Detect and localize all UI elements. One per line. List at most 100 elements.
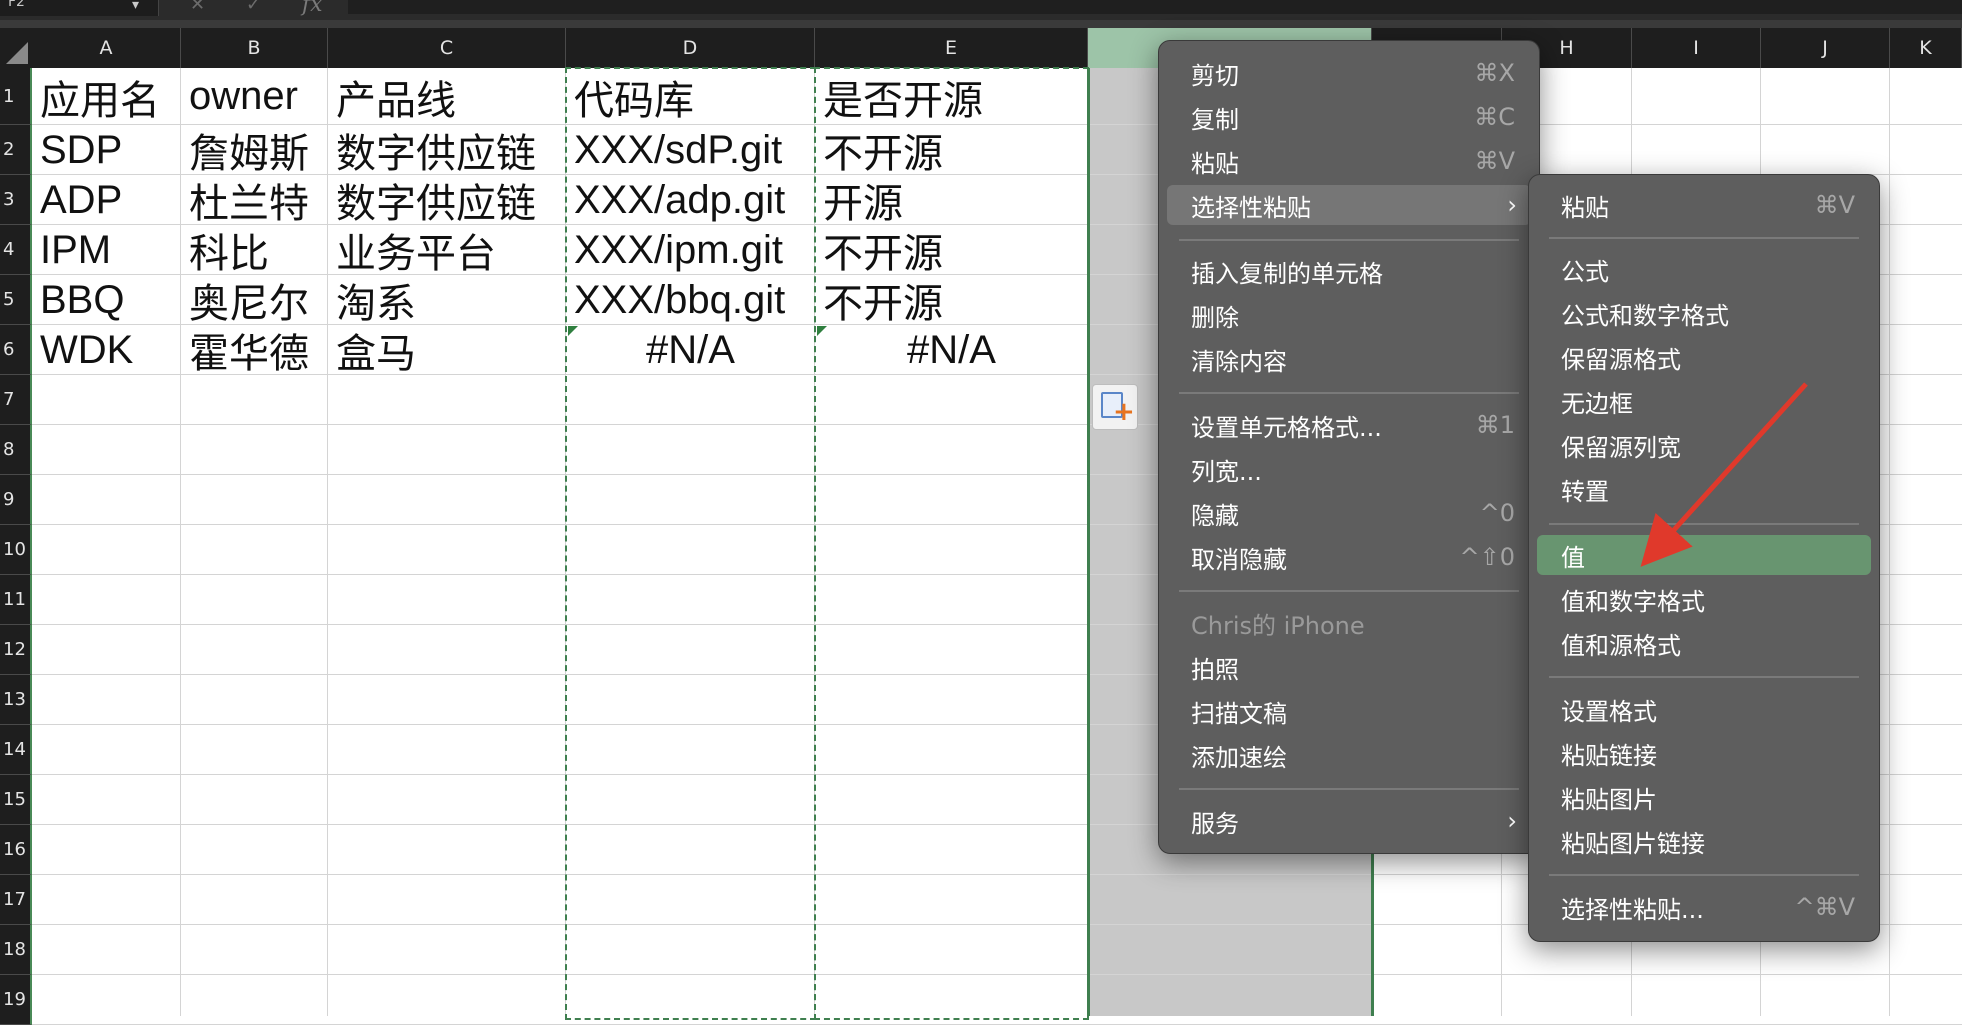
paste-special-item-5[interactable]: 保留源列宽 (1537, 425, 1871, 465)
column-header-C[interactable]: C (328, 28, 566, 68)
menu-item-label: 服务 (1191, 809, 1239, 838)
cell-B2[interactable]: 詹姆斯 (181, 125, 328, 175)
context-menu-item-15[interactable]: 服务 › (1167, 801, 1531, 841)
cell-A5[interactable]: BBQ (32, 275, 181, 325)
row-header-10[interactable]: 10 (0, 525, 32, 575)
context-menu-item-7[interactable]: 设置单元格格式... ⌘1 (1167, 405, 1531, 445)
paste-special-item-8[interactable]: 值和数字格式 (1537, 579, 1871, 619)
column-header-E[interactable]: E (815, 28, 1088, 68)
column-header-J[interactable]: J (1761, 28, 1890, 68)
copy-marquee-D (565, 67, 816, 1020)
cell-A4[interactable]: IPM (32, 225, 181, 275)
paste-special-item-3[interactable]: 保留源格式 (1537, 337, 1871, 377)
cancel-icon[interactable]: ✕ (190, 0, 205, 15)
row-header-19[interactable]: 19 (0, 975, 32, 1025)
column-header-K[interactable]: K (1890, 28, 1962, 68)
context-menu-item-9[interactable]: 隐藏 ^0 (1167, 493, 1531, 533)
cell-C4[interactable]: 业务平台 (328, 225, 566, 275)
cell-A6[interactable]: WDK (32, 325, 181, 375)
cell-C1[interactable]: 产品线 (328, 68, 566, 125)
row-header-7[interactable]: 7 (0, 375, 32, 425)
cell-A3[interactable]: ADP (32, 175, 181, 225)
menu-item-label: 清除内容 (1191, 347, 1287, 376)
row-header-1[interactable]: 1 (0, 68, 32, 125)
context-menu-item-1[interactable]: 复制 ⌘C (1167, 97, 1531, 137)
context-menu-item-13[interactable]: 扫描文稿 (1167, 691, 1531, 731)
paste-special-item-14[interactable]: 选择性粘贴... ^⌘V (1537, 887, 1871, 927)
menu-item-label: 拍照 (1191, 655, 1239, 684)
enter-icon[interactable]: ✓ (246, 0, 261, 15)
row-header-3[interactable]: 3 (0, 175, 32, 225)
row-header-11[interactable]: 11 (0, 575, 32, 625)
cell-C3[interactable]: 数字供应链 (328, 175, 566, 225)
column-header-A[interactable]: A (32, 28, 181, 68)
column-header-B[interactable]: B (181, 28, 328, 68)
paste-special-item-1[interactable]: 公式 (1537, 249, 1871, 289)
select-all-corner[interactable] (0, 28, 33, 68)
context-menu-item-0[interactable]: 剪切 ⌘X (1167, 53, 1531, 93)
paste-special-item-2[interactable]: 公式和数字格式 (1537, 293, 1871, 333)
cell-B4[interactable]: 科比 (181, 225, 328, 275)
context-menu-item-2[interactable]: 粘贴 ⌘V (1167, 141, 1531, 181)
row-header-16[interactable]: 16 (0, 825, 32, 875)
row-header-14[interactable]: 14 (0, 725, 32, 775)
menu-item-label: 粘贴 (1561, 193, 1609, 222)
row-header-13[interactable]: 13 (0, 675, 32, 725)
row-header-5[interactable]: 5 (0, 275, 32, 325)
context-menu-item-12[interactable]: 拍照 (1167, 647, 1531, 687)
paste-options-button[interactable]: + (1092, 384, 1138, 430)
row-header-12[interactable]: 12 (0, 625, 32, 675)
row-header-9[interactable]: 9 (0, 475, 32, 525)
context-menu-item-10[interactable]: 取消隐藏 ^⇧0 (1167, 537, 1531, 577)
cell-A2[interactable]: SDP (32, 125, 181, 175)
row-header-17[interactable]: 17 (0, 875, 32, 925)
menu-item-shortcut: ⌘C (1474, 103, 1515, 131)
paste-special-item-0[interactable]: 粘贴 ⌘V (1537, 185, 1871, 225)
formula-input[interactable] (348, 0, 1962, 14)
context-menu-item-4[interactable]: 插入复制的单元格 (1167, 251, 1531, 291)
cell-C6[interactable]: 盒马 (328, 325, 566, 375)
paste-special-item-7[interactable]: 值 (1537, 535, 1871, 575)
fx-icon[interactable]: fx (302, 0, 323, 17)
paste-special-item-11[interactable]: 粘贴链接 (1537, 733, 1871, 773)
paste-special-submenu: 粘贴 ⌘V 公式 公式和数字格式 保留源格式无边框保留源列宽转置值值和数字格式 值和源格式… (1528, 174, 1880, 942)
paste-special-item-12[interactable]: 粘贴图片 (1537, 777, 1871, 817)
row-header-4[interactable]: 4 (0, 225, 32, 275)
menu-item-label: 取消隐藏 (1191, 545, 1287, 574)
menu-separator (1549, 237, 1859, 239)
cell-A1[interactable]: 应用名 (32, 68, 181, 125)
paste-special-item-6[interactable]: 转置 (1537, 469, 1871, 509)
context-menu-item-14[interactable]: 添加速绘 (1167, 735, 1531, 775)
row-header-6[interactable]: 6 (0, 325, 32, 375)
menu-item-label: 保留源列宽 (1561, 433, 1681, 462)
paste-special-item-10[interactable]: 设置格式 (1537, 689, 1871, 729)
menu-item-label: 无边框 (1561, 389, 1633, 418)
row-header-8[interactable]: 8 (0, 425, 32, 475)
cell-C2[interactable]: 数字供应链 (328, 125, 566, 175)
menu-item-shortcut: ^⇧0 (1459, 543, 1516, 571)
menu-separator (1549, 874, 1859, 876)
cell-B3[interactable]: 杜兰特 (181, 175, 328, 225)
cell-B6[interactable]: 霍华德 (181, 325, 328, 375)
row-header-15[interactable]: 15 (0, 775, 32, 825)
paste-special-item-13[interactable]: 粘贴图片链接 (1537, 821, 1871, 861)
cell-B5[interactable]: 奥尼尔 (181, 275, 328, 325)
row-header-2[interactable]: 2 (0, 125, 32, 175)
context-menu-item-8[interactable]: 列宽... (1167, 449, 1531, 489)
column-header-D[interactable]: D (566, 28, 815, 68)
menu-item-label: 删除 (1191, 303, 1239, 332)
column-header-I[interactable]: I (1632, 28, 1761, 68)
name-box[interactable]: F2 ▾ (0, 0, 159, 16)
cell-B1[interactable]: owner (181, 68, 328, 125)
context-menu-item-6[interactable]: 清除内容 (1167, 339, 1531, 379)
cell-C5[interactable]: 淘系 (328, 275, 566, 325)
context-menu-item-3[interactable]: 选择性粘贴 › (1167, 185, 1531, 225)
menu-item-label: 列宽... (1191, 457, 1262, 486)
name-box-dropdown-icon[interactable]: ▾ (132, 0, 139, 13)
paste-special-item-4[interactable]: 无边框 (1537, 381, 1871, 421)
menu-item-label: Chris的 iPhone (1191, 611, 1365, 640)
context-menu-item-5[interactable]: 删除 (1167, 295, 1531, 335)
row-header-18[interactable]: 18 (0, 925, 32, 975)
paste-special-item-9[interactable]: 值和源格式 (1537, 623, 1871, 663)
context-menu: 剪切 ⌘X 复制 ⌘C 粘贴 ⌘V 选择性粘贴 › 插入复制的单元格删除清除内容设置单元格格式.… (1158, 40, 1540, 854)
